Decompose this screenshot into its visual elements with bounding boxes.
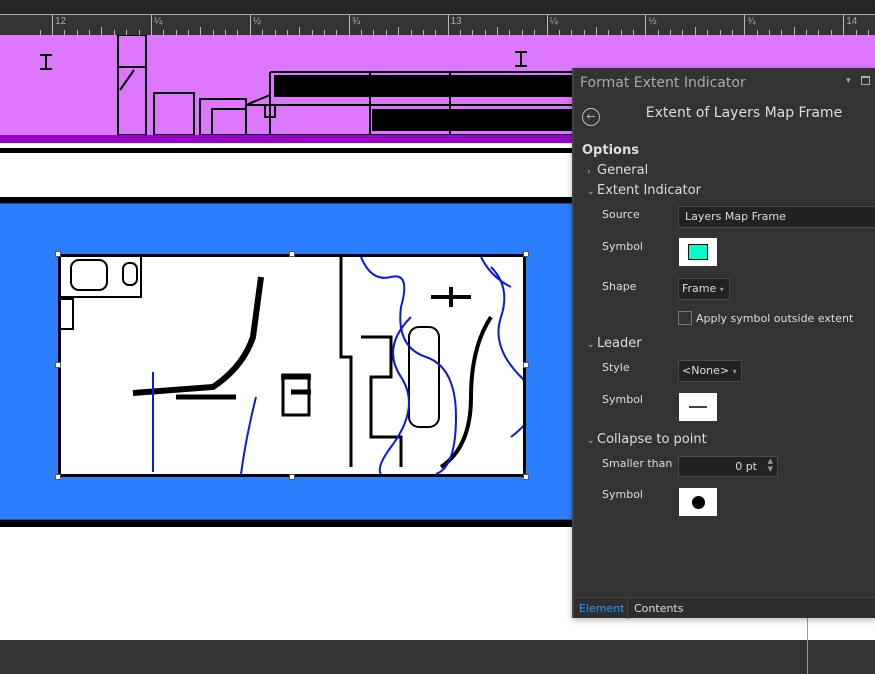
- ruler-label: 12: [55, 16, 67, 27]
- ruler-tick: [645, 15, 647, 35]
- resize-handle[interactable]: [55, 362, 61, 368]
- format-pane: Format Extent Indicator ▾ ← Extent of La…: [572, 68, 875, 619]
- maximize-icon[interactable]: [861, 76, 870, 85]
- horizontal-ruler: 12 ¼ ½ ¾ 13 ¼ ½ ¾ 14: [0, 14, 875, 35]
- extent-symbol-button[interactable]: [679, 238, 717, 266]
- ruler-tick: [52, 15, 53, 35]
- point-symbol-icon: [692, 496, 705, 509]
- dropdown-arrow-icon: ▾: [732, 367, 737, 376]
- chevron-down-icon: ⌄: [587, 340, 595, 350]
- leader-symbol-button[interactable]: [679, 393, 717, 421]
- style-value: <None>: [682, 364, 730, 377]
- section-label: Leader: [597, 336, 642, 351]
- resize-handle[interactable]: [289, 474, 295, 480]
- symbol-label: Symbol: [602, 393, 643, 406]
- pane-tabs: Element Contents: [574, 597, 875, 619]
- section-collapse-to-point[interactable]: ⌄ Collapse to point: [587, 432, 707, 447]
- chevron-right-icon: ›: [587, 167, 591, 177]
- point-symbol-button[interactable]: [679, 488, 717, 516]
- shape-label: Shape: [602, 280, 637, 293]
- resize-handle[interactable]: [55, 251, 61, 257]
- smaller-than-input[interactable]: 0 pt ▲ ▼: [678, 456, 778, 477]
- smaller-than-value: 0 pt: [735, 460, 757, 473]
- section-label: Extent Indicator: [597, 183, 701, 198]
- ruler-label: ¾: [351, 16, 361, 27]
- resize-handle[interactable]: [523, 474, 529, 480]
- ruler-tick: [249, 15, 251, 35]
- ruler-label: 14: [846, 16, 858, 27]
- ruler-tick: [694, 27, 696, 35]
- symbol-label: Symbol: [602, 488, 643, 501]
- resize-handle[interactable]: [289, 251, 295, 257]
- map-drawing: [61, 256, 535, 480]
- section-general[interactable]: › General: [587, 163, 648, 178]
- section-label: Collapse to point: [597, 432, 707, 447]
- apply-outside-checkbox[interactable]: [678, 311, 692, 325]
- apply-outside-label: Apply symbol outside extent: [696, 312, 854, 325]
- pane-menu-icon[interactable]: ▾: [846, 76, 851, 86]
- ruler-tick: [348, 15, 350, 35]
- ruler-tick: [744, 15, 746, 35]
- resize-handle[interactable]: [55, 474, 61, 480]
- ruler-label: ½: [648, 16, 657, 27]
- smaller-than-label: Smaller than: [602, 457, 673, 470]
- tab-element[interactable]: Element: [579, 602, 625, 615]
- ruler-tick: [398, 27, 400, 35]
- ruler-label: ½: [252, 16, 262, 27]
- ruler-tick: [150, 15, 152, 35]
- guide-line: [807, 618, 808, 674]
- chevron-down-icon: ⌄: [587, 187, 595, 197]
- ruler-tick: [447, 15, 449, 35]
- pane-subtitle: Extent of Layers Map Frame: [645, 105, 843, 121]
- ruler-tick: [843, 15, 845, 35]
- tab-divider: [627, 598, 628, 619]
- ruler-label: ¾: [747, 16, 756, 27]
- line-symbol-icon: [689, 406, 707, 408]
- ruler-tick: [595, 27, 597, 35]
- ruler-tick: [546, 15, 548, 35]
- resize-handle[interactable]: [523, 362, 529, 368]
- top-bar: [0, 0, 875, 14]
- source-dropdown[interactable]: Layers Map Frame: [678, 206, 875, 228]
- fill-swatch-icon: [688, 244, 708, 260]
- ruler-tick: [793, 27, 795, 35]
- spinner-icon[interactable]: ▲ ▼: [768, 457, 773, 473]
- ruler-label: ¼: [549, 16, 558, 27]
- chevron-down-icon: ⌄: [587, 436, 595, 446]
- ruler-tick: [101, 27, 103, 35]
- ruler-label: 13: [450, 16, 462, 27]
- section-leader[interactable]: ⌄ Leader: [587, 336, 642, 351]
- tab-contents[interactable]: Contents: [634, 602, 683, 615]
- style-label: Style: [602, 361, 630, 374]
- leader-style-dropdown[interactable]: <None> ▾: [678, 360, 742, 382]
- ruler-tick: [497, 27, 499, 35]
- shape-dropdown[interactable]: Frame ▾: [678, 278, 730, 300]
- pane-title: Format Extent Indicator: [580, 75, 746, 91]
- dropdown-arrow-icon: ▾: [719, 285, 724, 294]
- options-heading: Options: [582, 143, 639, 158]
- ruler-tick: [299, 27, 301, 35]
- section-extent-indicator[interactable]: ⌄ Extent Indicator: [587, 183, 701, 198]
- section-label: General: [597, 163, 649, 178]
- map-frame-selected[interactable]: [55, 251, 535, 480]
- symbol-label: Symbol: [602, 240, 643, 253]
- ruler-label: ¼: [153, 16, 163, 27]
- status-bar: [0, 640, 875, 674]
- source-label: Source: [602, 208, 640, 221]
- shape-value: Frame: [682, 282, 717, 295]
- ruler-tick: [200, 27, 202, 35]
- resize-handle[interactable]: [523, 251, 529, 257]
